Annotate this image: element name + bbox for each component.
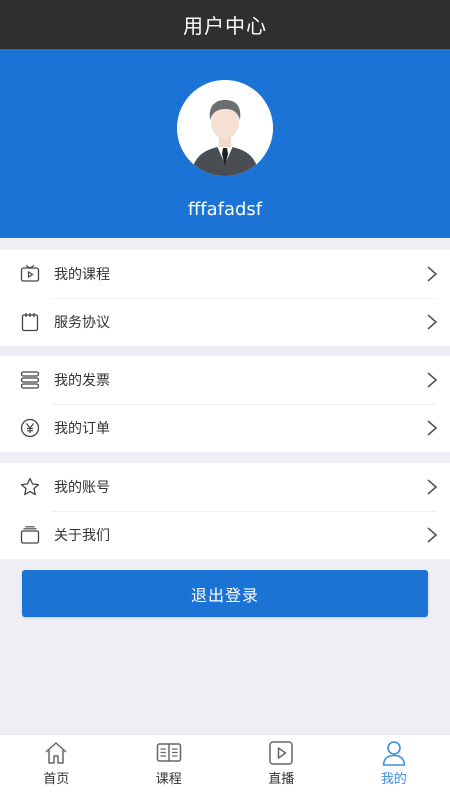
- tab-courses[interactable]: 课程: [113, 735, 226, 800]
- menu-group-3: 我的账号 关于我们: [0, 463, 450, 559]
- tab-label: 直播: [268, 772, 295, 787]
- menu-item-my-account[interactable]: 我的账号: [0, 463, 450, 511]
- tv-icon: [20, 264, 40, 282]
- menu-group-1: 我的课程 服务协议: [0, 250, 450, 346]
- chevron-right-icon: [427, 479, 438, 495]
- menu-item-label: 服务协议: [54, 315, 110, 331]
- menu-item-my-courses[interactable]: 我的课程: [0, 250, 450, 298]
- tab-label: 我的: [380, 772, 407, 787]
- tab-home[interactable]: 首页: [0, 735, 113, 800]
- chevron-right-icon: [427, 266, 438, 282]
- tab-label: 课程: [155, 772, 182, 787]
- stack-icon: [20, 371, 40, 389]
- menu-group-2: 我的发票 我的订单: [0, 356, 450, 452]
- bottom-tab-bar: 首页 课程 直播 我的: [0, 734, 450, 800]
- home-icon: [45, 742, 67, 764]
- notepad-icon: [21, 313, 39, 332]
- yen-icon: [20, 418, 40, 438]
- menu-item-label: 我的课程: [54, 267, 110, 283]
- menu-item-label: 我的订单: [54, 421, 110, 437]
- star-icon: [20, 477, 40, 496]
- logout-button[interactable]: 退出登录: [22, 570, 428, 617]
- tab-label: 首页: [43, 772, 70, 787]
- chevron-right-icon: [427, 314, 438, 330]
- profile-banner: fffafadsf: [0, 49, 450, 238]
- page-title: 用户中心: [183, 14, 267, 38]
- menu-item-about-us[interactable]: 关于我们: [0, 511, 450, 559]
- menu-item-service-agreement[interactable]: 服务协议: [0, 298, 450, 346]
- tab-live[interactable]: 直播: [225, 735, 338, 800]
- chevron-right-icon: [427, 420, 438, 436]
- default-avatar-icon: [177, 80, 273, 176]
- menu-item-label: 我的账号: [54, 480, 110, 496]
- menu-item-label: 我的发票: [54, 373, 110, 389]
- app-root: 用户中心 fffafadsf 我的课程 服务协议 我的发票 我的订单 我的账号 …: [0, 0, 450, 800]
- cards-icon: [20, 526, 40, 544]
- title-bar: 用户中心: [0, 0, 450, 49]
- book-icon: [156, 743, 181, 762]
- avatar[interactable]: [177, 80, 273, 176]
- chevron-right-icon: [427, 527, 438, 543]
- username: fffafadsf: [187, 199, 263, 220]
- tab-mine[interactable]: 我的: [338, 735, 450, 800]
- menu-item-label: 关于我们: [54, 528, 110, 544]
- menu-item-my-orders[interactable]: 我的订单: [0, 404, 450, 452]
- chevron-right-icon: [427, 372, 438, 388]
- play-icon: [269, 741, 293, 765]
- user-icon: [382, 741, 406, 766]
- menu-item-my-invoices[interactable]: 我的发票: [0, 356, 450, 404]
